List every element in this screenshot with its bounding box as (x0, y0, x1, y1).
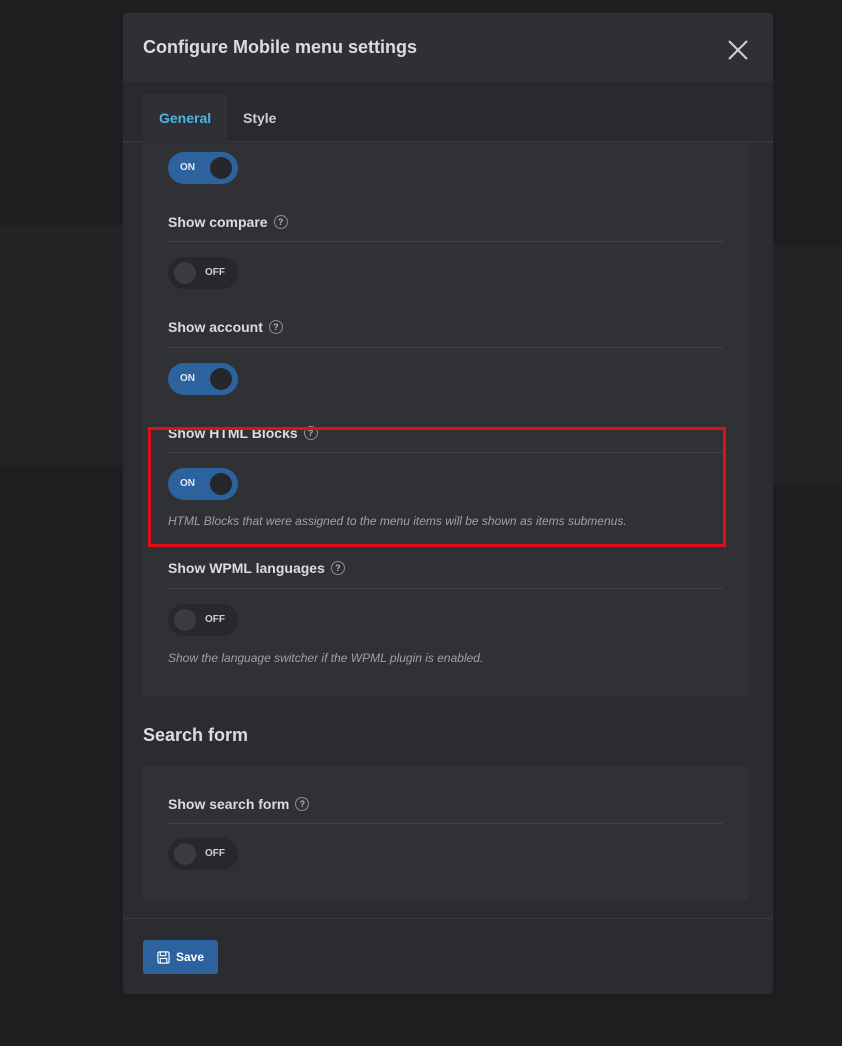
toggle-knob (174, 843, 196, 865)
help-icon[interactable]: ? (330, 561, 345, 575)
toggle-show-search-form[interactable]: OFF (168, 838, 238, 870)
settings-modal: Configure Mobile menu settings General S… (123, 13, 773, 994)
show-account-label: Show account ? (168, 319, 283, 335)
toggle-top-setting[interactable]: ON (168, 152, 238, 184)
show-html-blocks-text: Show HTML Blocks (168, 425, 298, 441)
help-icon[interactable]: ? (303, 426, 318, 440)
show-search-form-text: Show search form (168, 796, 290, 812)
modal-header: Configure Mobile menu settings (123, 13, 773, 82)
tab-general[interactable]: General (143, 94, 228, 142)
tabs-bar: General Style (123, 82, 773, 142)
modal-title: Configure Mobile menu settings (143, 37, 418, 57)
show-wpml-languages-label: Show WPML languages ? (168, 560, 345, 576)
divider (168, 452, 723, 453)
toggle-knob (210, 157, 232, 179)
toggle-show-account[interactable]: ON (168, 363, 238, 395)
divider (168, 347, 723, 348)
show-html-blocks-label: Show HTML Blocks ? (168, 425, 318, 441)
show-compare-text: Show compare (168, 214, 268, 230)
toggle-state-label: OFF (205, 267, 225, 278)
html-blocks-description: HTML Blocks that were assigned to the me… (168, 514, 627, 528)
toggle-state-label: OFF (205, 614, 225, 625)
toggle-state-label: OFF (205, 848, 225, 859)
background-page-strip (0, 225, 123, 465)
toggle-knob (174, 609, 196, 631)
general-settings-panel: ON Show compare ? OFF Show account ? ON … (143, 143, 748, 697)
help-icon[interactable]: ? (273, 215, 288, 229)
toggle-knob (210, 368, 232, 390)
close-icon (728, 40, 748, 60)
show-search-form-label: Show search form ? (168, 796, 310, 812)
toggle-show-compare[interactable]: OFF (168, 257, 238, 289)
tab-style[interactable]: Style (227, 94, 292, 142)
divider (168, 241, 723, 242)
toggle-knob (174, 262, 196, 284)
help-icon[interactable]: ? (295, 797, 310, 811)
toggle-show-wpml-languages[interactable]: OFF (168, 604, 238, 636)
toggle-state-label: ON (180, 162, 195, 173)
toggle-state-label: ON (180, 373, 195, 384)
save-button-label: Save (175, 950, 205, 964)
search-form-section-title: Search form (143, 725, 249, 745)
close-button[interactable] (726, 38, 750, 62)
toggle-state-label: ON (180, 478, 195, 489)
floppy-disk-icon (157, 950, 170, 964)
save-button[interactable]: Save (143, 940, 218, 974)
show-compare-label: Show compare ? (168, 214, 288, 230)
divider (168, 588, 723, 589)
modal-footer: Save (123, 918, 773, 994)
divider (168, 823, 723, 824)
help-icon[interactable]: ? (268, 320, 283, 334)
wpml-languages-description: Show the language switcher if the WPML p… (168, 651, 484, 665)
search-form-panel: Show search form ? OFF (143, 766, 748, 901)
show-account-text: Show account (168, 319, 263, 335)
toggle-show-html-blocks[interactable]: ON (168, 468, 238, 500)
background-page-strip-right (773, 245, 842, 485)
show-wpml-languages-text: Show WPML languages (168, 560, 325, 576)
toggle-knob (210, 473, 232, 495)
